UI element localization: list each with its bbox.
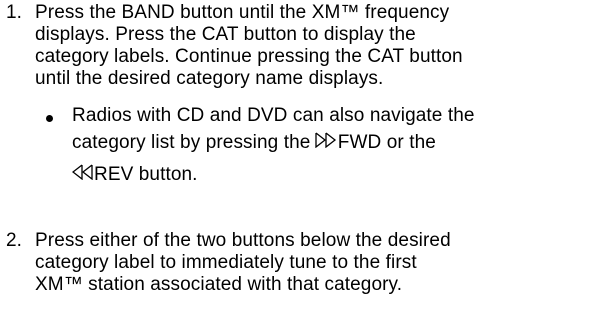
bullet-item: Radios with CD and DVD can also navigate… bbox=[0, 104, 589, 208]
step-2-line-1: Press either of the two buttons below th… bbox=[35, 230, 451, 251]
step-1-line-2: displays. Press the CAT button to displa… bbox=[35, 24, 416, 45]
step-1-number: 1. bbox=[6, 2, 23, 23]
bullet-line-2-tail: or the bbox=[381, 132, 436, 153]
bullet-line-3: REV button. bbox=[72, 158, 582, 192]
step-1-text: Press the BAND button until the XM™ freq… bbox=[35, 2, 580, 90]
bullet-text: Radios with CD and DVD can also navigate… bbox=[72, 104, 582, 192]
step-2-line-2: category label to immediately tune to th… bbox=[35, 252, 417, 273]
rev-label: REV bbox=[94, 164, 134, 185]
fwd-label: FWD bbox=[337, 132, 382, 153]
rewind-icon bbox=[72, 164, 94, 180]
step-2-line-3: XM™ station associated with that categor… bbox=[35, 274, 403, 295]
step-1-line-4: until the desired category name displays… bbox=[35, 68, 384, 89]
bullet-dot bbox=[46, 115, 53, 122]
step-1-line-1: Press the BAND button until the XM™ freq… bbox=[35, 2, 450, 23]
step-2: 2. Press either of the two buttons below… bbox=[0, 230, 589, 302]
step-1-line-3: category labels. Continue pressing the C… bbox=[35, 46, 463, 67]
step-1: 1. Press the BAND button until the XM™ f… bbox=[0, 2, 589, 94]
bullet-line-3-tail: button. bbox=[133, 164, 198, 185]
bullet-line-2: category list by pressing the FWD or the bbox=[72, 124, 582, 162]
instruction-document: 1. Press the BAND button until the XM™ f… bbox=[0, 0, 589, 310]
fast-forward-icon bbox=[315, 132, 338, 148]
step-2-text: Press either of the two buttons below th… bbox=[35, 230, 580, 296]
step-2-number: 2. bbox=[6, 230, 23, 251]
bullet-line-2-text: category list by pressing the bbox=[72, 132, 316, 153]
